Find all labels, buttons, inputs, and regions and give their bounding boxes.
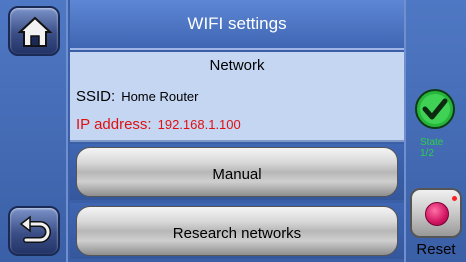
research-networks-button[interactable]: Research networks [76, 206, 398, 256]
state-value: 1/2 [420, 148, 434, 159]
ip-value: 192.168.1.100 [157, 117, 241, 132]
wifi-settings-screen: WIFI settings Network SSID: Home Router I… [0, 0, 466, 262]
reset-label: Reset [416, 241, 456, 258]
header-bar: WIFI settings [70, 0, 404, 50]
ssid-row: SSID: Home Router [76, 88, 199, 105]
manual-button[interactable]: Manual [76, 147, 398, 197]
state-label: State [420, 137, 444, 148]
network-info-panel: Network SSID: Home Router IP address: 192.… [70, 52, 404, 142]
state-indicator: State 1/2 [420, 137, 443, 159]
ip-label: IP address: [76, 116, 152, 133]
home-button[interactable] [8, 6, 60, 56]
network-heading: Network [209, 57, 265, 74]
manual-button-area: Manual [70, 144, 404, 200]
back-arrow-icon [19, 215, 51, 243]
ssid-value: Home Router [121, 89, 199, 104]
page-title: WIFI settings [187, 14, 287, 33]
check-icon [415, 89, 455, 129]
manual-button-label: Manual [212, 166, 262, 183]
reset-button[interactable] [410, 188, 462, 238]
ssid-label: SSID: [76, 88, 116, 105]
research-button-area: Research networks [70, 203, 404, 259]
research-networks-label: Research networks [172, 225, 302, 242]
home-icon [18, 16, 52, 47]
ip-row: IP address: 192.168.1.100 [76, 116, 241, 133]
back-button[interactable] [8, 206, 60, 256]
reset-icon [425, 202, 449, 226]
reset-led-indicator [452, 196, 457, 201]
